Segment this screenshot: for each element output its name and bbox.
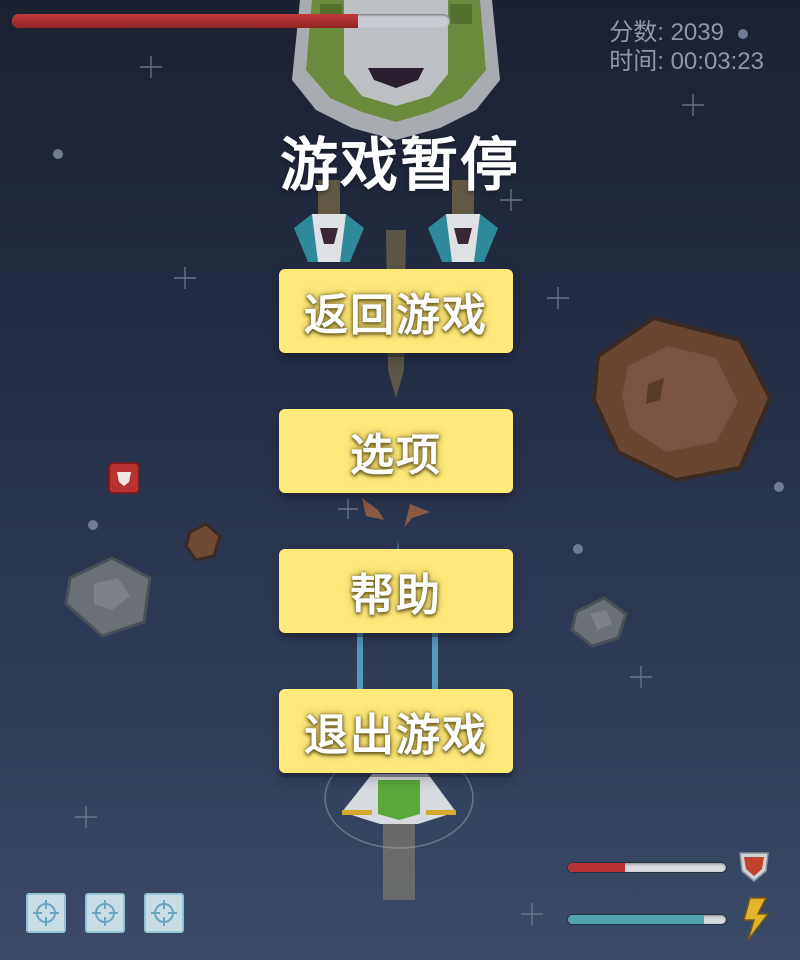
quit-game-button[interactable]: 退出游戏 <box>279 689 513 773</box>
crosshair-icon <box>33 900 59 926</box>
ability-slot-2[interactable] <box>85 893 125 933</box>
shield-pickup <box>108 462 140 494</box>
player-energy-fill <box>568 915 704 924</box>
help-button[interactable]: 帮助 <box>279 549 513 633</box>
score-value: 2039 <box>670 19 724 46</box>
time-value: 00:03:23 <box>670 48 764 75</box>
ability-slots <box>26 893 184 933</box>
player-health-fill <box>568 863 625 872</box>
crosshair-icon <box>151 900 177 926</box>
boss-health-fill <box>12 14 359 28</box>
time-label: 时间: <box>609 48 664 75</box>
lightning-icon <box>743 897 770 941</box>
gray-rock-left <box>64 556 152 638</box>
score-row: 分数: 2039 <box>609 18 764 47</box>
game-screen: 分数: 2039 时间: 00:03:23 游戏暂停 返回游戏 选项 帮助 退出… <box>0 0 800 960</box>
shield-icon <box>739 852 769 882</box>
boss-health-bar <box>12 14 450 28</box>
gray-rock-right <box>570 596 628 648</box>
player-health-bar <box>568 863 726 872</box>
player-energy-bar <box>568 915 726 924</box>
pause-title: 游戏暂停 <box>279 131 520 199</box>
score-label: 分数: <box>609 19 664 46</box>
ability-slot-1[interactable] <box>26 893 66 933</box>
resume-game-button[interactable]: 返回游戏 <box>279 269 513 353</box>
crosshair-icon <box>92 900 118 926</box>
options-button[interactable]: 选项 <box>279 409 513 493</box>
debris-right <box>404 504 430 528</box>
small-asteroid <box>184 522 222 562</box>
large-asteroid <box>591 315 773 483</box>
ability-slot-3[interactable] <box>144 893 184 933</box>
score-time-hud: 分数: 2039 时间: 00:03:23 <box>609 18 764 76</box>
debris-left <box>362 498 384 520</box>
time-row: 时间: 00:03:23 <box>609 47 764 76</box>
